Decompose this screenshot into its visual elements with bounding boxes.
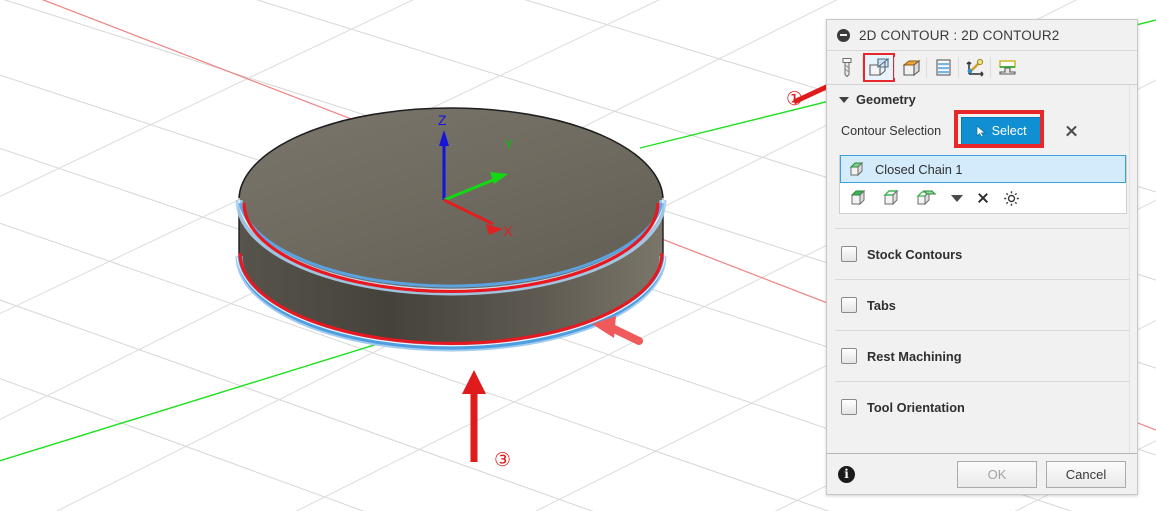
z-axis-label: Z bbox=[438, 112, 447, 128]
option-row-rest-machining[interactable]: Rest Machining bbox=[827, 331, 1137, 381]
tool-orientation-checkbox[interactable] bbox=[841, 399, 857, 415]
dialog-body: Geometry Contour Selection Select Closed… bbox=[827, 85, 1137, 453]
tabs-label: Tabs bbox=[867, 297, 896, 313]
tab-geometry[interactable] bbox=[862, 53, 895, 82]
info-icon[interactable]: i bbox=[838, 465, 855, 483]
tab-passes[interactable] bbox=[926, 54, 958, 81]
geometry-section-label: Geometry bbox=[856, 92, 916, 107]
chain-list-container: Closed Chain 1 bbox=[839, 155, 1127, 214]
rest-machining-label: Rest Machining bbox=[867, 348, 962, 364]
disc-model bbox=[235, 107, 667, 352]
tab-heights[interactable] bbox=[894, 54, 926, 81]
chain-face-icon[interactable] bbox=[850, 190, 869, 206]
tool-endmill-icon bbox=[842, 58, 852, 78]
chain-delete-icon[interactable] bbox=[977, 192, 989, 204]
tab-tool[interactable] bbox=[832, 54, 862, 81]
stock-box-icon bbox=[901, 59, 921, 76]
select-button-label: Select bbox=[991, 124, 1027, 138]
rest-machining-checkbox[interactable] bbox=[841, 348, 857, 364]
screen-root: Z Y X ① ② ③ 2D CONTOUR : 2D CO bbox=[0, 0, 1156, 511]
chevron-down-icon bbox=[839, 96, 849, 103]
chain-list-item[interactable]: Closed Chain 1 bbox=[840, 155, 1126, 183]
chain-tools-bar bbox=[840, 183, 1126, 213]
geometry-section-header[interactable]: Geometry bbox=[827, 85, 1137, 111]
chain-open-icon[interactable] bbox=[883, 190, 902, 206]
dialog-footer: i OK Cancel bbox=[827, 453, 1137, 494]
tool-orientation-label: Tool Orientation bbox=[867, 399, 965, 415]
option-row-stock-contours[interactable]: Stock Contours bbox=[827, 229, 1137, 279]
stock-contours-checkbox[interactable] bbox=[841, 246, 857, 262]
option-row-tabs[interactable]: Tabs bbox=[827, 280, 1137, 330]
gear-icon[interactable] bbox=[1003, 190, 1020, 207]
cursor-arrow-icon bbox=[976, 124, 986, 137]
ok-button[interactable]: OK bbox=[957, 460, 1037, 488]
annotation-number-1: ① bbox=[786, 88, 804, 110]
contour-selection-label: Contour Selection bbox=[841, 124, 942, 138]
dialog-scrollbar[interactable] bbox=[1129, 85, 1137, 453]
dialog-title: 2D CONTOUR : 2D CONTOUR2 bbox=[859, 27, 1060, 43]
option-row-tool-orientation[interactable]: Tool Orientation bbox=[827, 382, 1137, 432]
linking-moves-icon bbox=[965, 58, 984, 77]
contour-operation-dialog: 2D CONTOUR : 2D CONTOUR2 Geometry Contou… bbox=[826, 19, 1138, 495]
cancel-button[interactable]: Cancel bbox=[1046, 460, 1126, 488]
select-button[interactable]: Select bbox=[961, 117, 1042, 145]
closed-chain-icon bbox=[849, 161, 864, 176]
step-profile-icon bbox=[998, 59, 1016, 75]
tab-manual-ncs[interactable] bbox=[990, 54, 1022, 81]
chain-multi-icon[interactable] bbox=[916, 190, 937, 206]
layers-heights-icon bbox=[935, 58, 951, 76]
stock-contours-label: Stock Contours bbox=[867, 246, 963, 262]
chain-list-item-label: Closed Chain 1 bbox=[875, 161, 963, 177]
geometry-faces-icon bbox=[869, 57, 890, 76]
tab-linking[interactable] bbox=[958, 54, 990, 81]
y-axis-label: Y bbox=[504, 136, 514, 152]
x-axis-label: X bbox=[503, 223, 513, 239]
minimize-icon[interactable] bbox=[837, 28, 850, 42]
tabs-checkbox[interactable] bbox=[841, 297, 857, 313]
clear-selection-x[interactable] bbox=[1065, 125, 1078, 138]
chevron-down-icon[interactable] bbox=[951, 194, 963, 202]
contour-selection-row: Contour Selection Select bbox=[827, 110, 1137, 152]
operation-tab-bar bbox=[827, 51, 1137, 85]
annotation-number-3: ③ bbox=[494, 449, 512, 471]
dialog-title-bar: 2D CONTOUR : 2D CONTOUR2 bbox=[827, 20, 1137, 51]
